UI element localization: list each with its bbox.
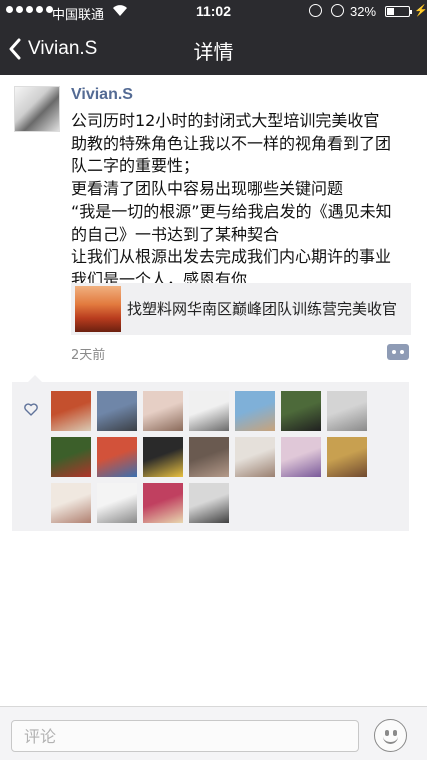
post-line: 更看清了团队中容易出现哪些关键问题 (71, 179, 344, 199)
post-line: 的自己》一书达到了某种契合 (71, 224, 280, 244)
post-line: 让我们从根源出发去完成我们内心期许的事业 (71, 247, 392, 267)
liker-avatar[interactable] (189, 391, 229, 431)
charging-icon: ⚡ (414, 5, 427, 17)
liker-avatar[interactable] (51, 483, 91, 523)
emoji-smile (383, 736, 398, 744)
author-name[interactable]: Vivian.S (71, 86, 133, 104)
post-text: 公司历时12小时的封闭式大型培训完美收官 助教的特殊角色让我以不一样的视角看到了… (71, 110, 416, 292)
battery-icon (385, 6, 412, 17)
status-bar: 中国联通 11:02 32% ⚡ (0, 0, 427, 24)
liker-avatar[interactable] (97, 483, 137, 523)
shared-link-card[interactable]: 找塑料网华南区巅峰团队训练营完美收官 (71, 283, 411, 335)
liker-avatar[interactable] (143, 391, 183, 431)
author-avatar[interactable] (14, 86, 60, 132)
post-line: 公司历时12小时的封闭式大型培训完美收官 (71, 111, 380, 130)
heart-icon (24, 403, 38, 416)
liker-avatar[interactable] (51, 437, 91, 477)
liker-avatar[interactable] (189, 483, 229, 523)
post-line: 队二字的重要性； (71, 156, 200, 176)
battery-percent: 32% (350, 4, 377, 19)
emoji-button[interactable] (374, 719, 407, 752)
liker-avatar[interactable] (281, 391, 321, 431)
liker-avatar[interactable] (143, 483, 183, 523)
liker-avatar[interactable] (189, 437, 229, 477)
header-bar: 中国联通 11:02 32% ⚡ Vivian.S 详情 (0, 0, 427, 75)
comment-input[interactable] (11, 720, 359, 752)
liker-avatar[interactable] (51, 391, 91, 431)
liker-avatar[interactable] (97, 437, 137, 477)
alarm-icon (331, 4, 344, 17)
liker-avatar[interactable] (235, 437, 275, 477)
link-title: 找塑料网华南区巅峰团队训练营完美收官 (127, 300, 398, 318)
liker-avatar[interactable] (327, 391, 367, 431)
liker-avatar[interactable] (97, 391, 137, 431)
liker-avatar[interactable] (235, 391, 275, 431)
liker-avatar[interactable] (281, 437, 321, 477)
likes-panel (12, 375, 409, 531)
post-line: 助教的特殊角色让我以不一样的视角看到了团 (71, 133, 392, 153)
rotation-lock-icon (309, 4, 322, 17)
liker-avatar[interactable] (143, 437, 183, 477)
link-thumbnail (75, 286, 121, 332)
liker-avatar[interactable] (327, 437, 367, 477)
post-line: “我是一切的根源”更与给我启发的《遇见未知 (71, 201, 392, 221)
page-title: 详情 (193, 40, 234, 64)
comment-action-icon[interactable] (387, 344, 409, 360)
post-timestamp: 2天前 (71, 348, 106, 363)
comment-input-bar (0, 706, 427, 760)
